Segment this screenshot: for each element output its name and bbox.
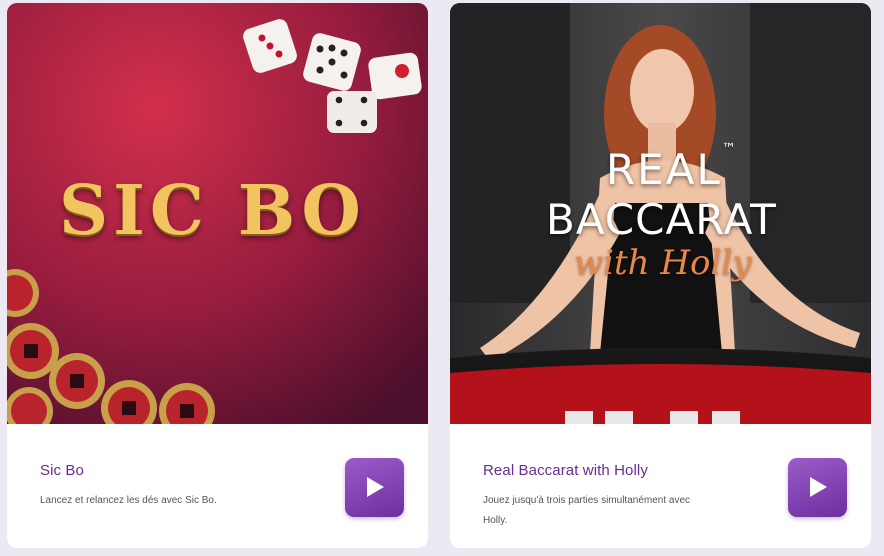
- game-card-sic-bo[interactable]: SIC BO Sic Bo Lancez et relancez les dés…: [7, 3, 428, 548]
- baccarat-logo-text: BACCARAT: [546, 195, 777, 244]
- sic-bo-artwork[interactable]: SIC BO: [7, 3, 428, 424]
- logo-line-real: REAL: [606, 145, 722, 194]
- play-button[interactable]: [345, 458, 404, 517]
- game-description: Lancez et relancez les dés avec Sic Bo.: [40, 495, 217, 506]
- real-baccarat-artwork[interactable]: REAL™ BACCARAT with Holly: [450, 3, 871, 424]
- play-icon: [367, 477, 384, 497]
- real-logo-text: REAL™: [606, 141, 738, 194]
- sic-bo-logo-text: SIC BO: [59, 171, 366, 251]
- game-title[interactable]: Real Baccarat with Holly: [483, 462, 648, 479]
- card-footer: Sic Bo Lancez et relancez les dés avec S…: [7, 424, 428, 548]
- play-button[interactable]: [788, 458, 847, 517]
- with-holly-script-text: with Holly: [574, 243, 752, 283]
- game-description: Jouez jusqu'à trois parties simultanémen…: [483, 495, 691, 526]
- trademark-symbol: ™: [721, 141, 738, 157]
- game-card-real-baccarat[interactable]: REAL™ BACCARAT with Holly Real Baccarat …: [450, 3, 871, 548]
- play-icon: [810, 477, 827, 497]
- card-footer: Real Baccarat with Holly Jouez jusqu'à t…: [450, 424, 871, 548]
- game-title[interactable]: Sic Bo: [40, 462, 84, 479]
